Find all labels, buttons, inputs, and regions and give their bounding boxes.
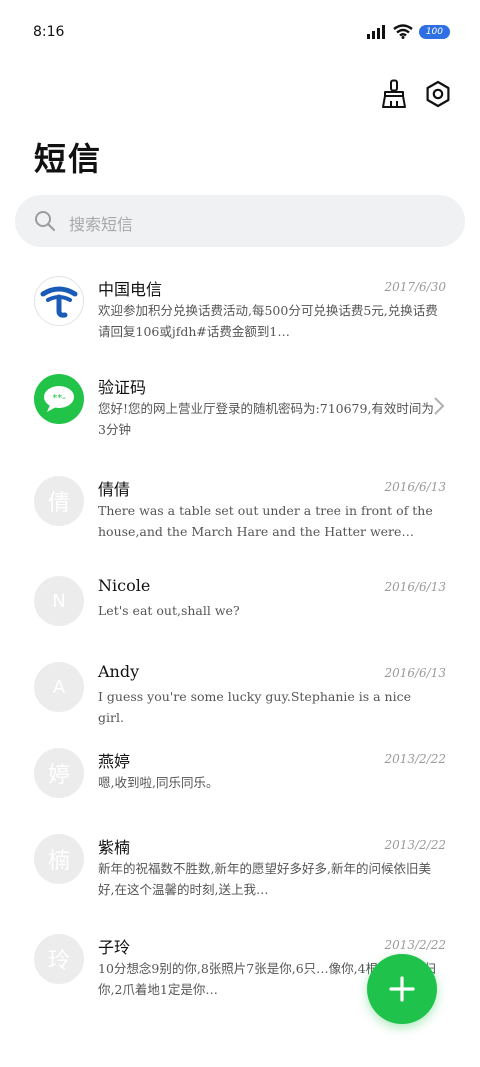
plus-icon bbox=[389, 976, 415, 1002]
message-item[interactable]: N Nicole 2016/6/13 Let's eat out,shall w… bbox=[0, 568, 480, 654]
sender-name: 子玲 bbox=[98, 938, 131, 957]
sender-name: 倩倩 bbox=[98, 480, 131, 499]
message-date: 2016/6/13 bbox=[384, 580, 446, 594]
sender-name: Andy bbox=[98, 662, 140, 681]
message-item[interactable]: A Andy 2016/6/13 I guess you're some luc… bbox=[0, 654, 480, 740]
search-placeholder: 搜索短信 bbox=[69, 215, 134, 234]
message-item[interactable]: 婷 燕婷 2013/2/22 嗯,收到啦,同乐同乐。 bbox=[0, 740, 480, 826]
message-preview: There was a table set out under a tree i… bbox=[98, 503, 433, 539]
search-input[interactable]: 搜索短信 bbox=[15, 195, 465, 247]
sender-name: Nicole bbox=[98, 576, 151, 595]
avatar: N bbox=[34, 576, 84, 626]
battery-indicator: 100 bbox=[418, 24, 450, 39]
message-bubble-icon: **- bbox=[34, 374, 84, 424]
compose-button[interactable] bbox=[367, 954, 437, 1024]
avatar: 婷 bbox=[34, 748, 84, 798]
sender-name: 验证码 bbox=[98, 378, 147, 397]
page-title: 短信 bbox=[34, 140, 103, 178]
wifi-icon bbox=[393, 24, 413, 39]
avatar: 玲 bbox=[34, 934, 84, 984]
status-icons: 100 bbox=[366, 24, 450, 39]
message-date: 2016/6/13 bbox=[384, 666, 446, 680]
message-item[interactable]: 楠 紫楠 2013/2/22 新年的祝福数不胜数,新年的愿望好多好多,新年的问候… bbox=[0, 826, 480, 912]
status-time: 8:16 bbox=[33, 24, 65, 40]
avatar: 楠 bbox=[34, 834, 84, 884]
message-date: 2016/6/13 bbox=[384, 480, 446, 494]
chevron-right-icon bbox=[434, 397, 445, 415]
message-date: 2013/2/22 bbox=[384, 838, 446, 852]
message-item[interactable]: 中国电信 2017/6/30 欢迎参加积分兑换话费活动,每500分可兑换话费5元… bbox=[0, 268, 480, 354]
sender-name: 紫楠 bbox=[98, 838, 131, 857]
status-bar: 8:16 100 bbox=[0, 0, 480, 66]
message-date: 2013/2/22 bbox=[384, 938, 446, 952]
avatar: 倩 bbox=[34, 476, 84, 526]
message-preview: I guess you're some lucky guy.Stephanie … bbox=[98, 689, 412, 725]
sender-name: 燕婷 bbox=[98, 752, 131, 771]
message-preview: 新年的祝福数不胜数,新年的愿望好多好多,新年的问候依旧美好,在这个温馨的时刻,送… bbox=[98, 861, 431, 897]
message-preview: 欢迎参加积分兑换话费活动,每500分可兑换话费5元,兑换话费请回复106或jfd… bbox=[98, 303, 438, 339]
broom-icon bbox=[382, 79, 406, 108]
avatar: A bbox=[34, 662, 84, 712]
settings-button[interactable] bbox=[422, 78, 454, 110]
message-date: 2013/2/22 bbox=[384, 752, 446, 766]
svg-text:**-: **- bbox=[52, 393, 66, 404]
message-item[interactable]: **- 验证码 您好!您的网上营业厅登录的随机密码为:710679,有效时间为3… bbox=[0, 366, 480, 452]
chat-bubble-icon: **- bbox=[44, 386, 74, 412]
china-telecom-logo bbox=[34, 276, 84, 326]
signal-icon bbox=[366, 24, 385, 39]
sender-name: 中国电信 bbox=[98, 280, 163, 299]
message-preview: 嗯,收到啦,同乐同乐。 bbox=[98, 775, 219, 790]
message-preview: 您好!您的网上营业厅登录的随机密码为:710679,有效时间为3分钟 bbox=[98, 401, 434, 437]
china-telecom-logo-icon bbox=[40, 286, 78, 318]
search-icon bbox=[35, 211, 56, 232]
clean-button[interactable] bbox=[378, 78, 410, 110]
gear-icon bbox=[426, 80, 450, 108]
message-preview: Let's eat out,shall we? bbox=[98, 603, 240, 618]
message-date: 2017/6/30 bbox=[384, 280, 446, 294]
message-item[interactable]: 倩 倩倩 2016/6/13 There was a table set out… bbox=[0, 468, 480, 554]
